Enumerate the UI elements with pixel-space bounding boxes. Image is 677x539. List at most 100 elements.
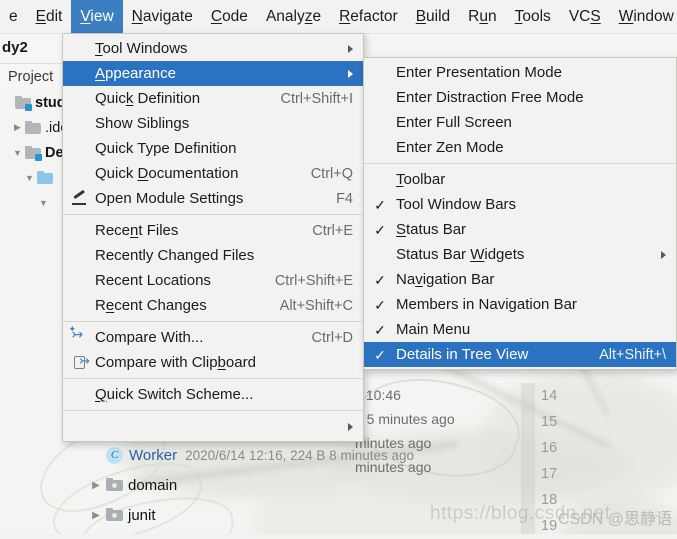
tree-row-domain[interactable]: ▶ domain [86, 470, 366, 500]
menu-item-shortcut: Ctrl+Q [310, 165, 353, 182]
menu-item-label: Quick Type Definition [95, 140, 237, 157]
menu-item-label: Enter Presentation Mode [396, 64, 562, 81]
menubar-item-build[interactable]: Build [407, 0, 459, 33]
menubar-item-run[interactable]: Run [459, 0, 505, 33]
source-folder-icon [25, 145, 42, 161]
menu-item-shortcut: Ctrl+Shift+I [280, 90, 353, 107]
tree-arrow-icon[interactable]: ▼ [10, 148, 25, 158]
pencil-icon [63, 191, 95, 206]
tree-arrow-icon[interactable]: ▼ [36, 198, 51, 208]
project-tool-window: dy2 Project ▶ study2 ▶ .ide ▼ De ▼ [0, 33, 62, 534]
tree-label: De [45, 144, 62, 161]
watermark-credit: CSDN @思静语 [558, 511, 673, 528]
menu-item-quick-type-definition[interactable]: Quick Type Definition [63, 136, 363, 161]
menubar-item-view[interactable]: View [71, 0, 123, 33]
menu-item-navigation-bar[interactable]: ✓ Navigation Bar [364, 267, 676, 292]
menu-item-tool-windows[interactable]: Tool Windows [63, 36, 363, 61]
menu-item-members-in-navigation-bar[interactable]: ✓ Members in Navigation Bar [364, 292, 676, 317]
menu-item-label: Tool Windows [95, 40, 188, 57]
project-panel-header: Project [0, 63, 62, 90]
tree-arrow-icon[interactable]: ▶ [86, 480, 106, 491]
menu-separator [63, 214, 363, 215]
tree-row-study2[interactable]: ▶ study2 [0, 90, 62, 115]
menu-item-open-module-settings[interactable]: Open Module Settings F4 [63, 186, 363, 211]
menu-item-label: Status Bar [396, 221, 467, 238]
menu-item-main-menu[interactable]: ✓ Main Menu [364, 317, 676, 342]
menu-item-compare-with[interactable]: Compare With... Ctrl+D [63, 324, 363, 350]
menu-item-label: Enter Distraction Free Mode [396, 89, 584, 106]
main-menu-bar[interactable]: e Edit View Navigate Code Analyze Refact… [0, 0, 677, 34]
tree-arrow-icon[interactable]: ▶ [86, 510, 106, 521]
tree-row-junit[interactable]: ▶ junit [86, 500, 366, 530]
menubar-item-tools[interactable]: Tools [506, 0, 560, 33]
menu-item-label: Show Siblings [95, 115, 190, 132]
tree-row-nested-2[interactable]: ▼ [0, 190, 62, 215]
folder-icon [25, 120, 41, 134]
menubar-label: e [9, 8, 18, 25]
chevron-right-icon [348, 44, 353, 53]
menu-item-quick-switch-scheme[interactable]: Quick Switch Scheme... [63, 382, 363, 407]
menubar-item-window[interactable]: Window [610, 0, 677, 33]
chevron-right-icon [348, 69, 353, 78]
menu-item-recent-files[interactable]: Recent Files Ctrl+E [63, 218, 363, 243]
menubar-item-analyze[interactable]: Analyze [257, 0, 330, 33]
menu-item-quick-definition[interactable]: Quick Definition Ctrl+Shift+I [63, 86, 363, 111]
checkmark-icon: ✓ [374, 196, 386, 213]
menu-item-label: Recent Files [95, 222, 179, 239]
clipboard-icon [63, 353, 95, 369]
tree-row-nested-1[interactable]: ▼ [0, 165, 62, 190]
menubar-item-edit[interactable]: Edit [27, 0, 72, 33]
menubar-item-refactor[interactable]: Refactor [330, 0, 407, 33]
line-number: 15 [541, 414, 558, 430]
menubar-item-navigate[interactable]: Navigate [123, 0, 202, 33]
menu-item-label: Details in Tree View [396, 346, 529, 363]
chevron-right-icon [661, 250, 666, 259]
menu-item-label: Compare with Clipboard [95, 354, 256, 371]
project-tree[interactable]: ▶ study2 ▶ .ide ▼ De ▼ ▼ [0, 90, 62, 215]
menu-item-details-in-tree-view[interactable]: ✓ Details in Tree View Alt+Shift+\ [364, 342, 676, 367]
menu-item-status-bar[interactable]: ✓ Status Bar [364, 217, 676, 242]
menu-item-label: Status Bar Widgets [396, 246, 525, 263]
vcs-annotation-column: y 10:46 3 5 minutes ago minutes ago minu… [355, 383, 485, 479]
menu-item-shortcut: Ctrl+E [312, 222, 353, 239]
menu-item-appearance[interactable]: Appearance [63, 61, 363, 86]
checkmark-icon: ✓ [374, 296, 386, 313]
menu-item-recent-changes[interactable]: Recent Changes Alt+Shift+C [63, 293, 363, 318]
menu-item-bidi-text-base-direction[interactable] [63, 414, 363, 439]
menu-item-recently-changed-files[interactable]: Recently Changed Files [63, 243, 363, 268]
menubar-item-code[interactable]: Code [202, 0, 257, 33]
project-tree-lower[interactable]: C Worker 2020/6/14 12:16, 224 B 8 minute… [86, 440, 414, 530]
menu-item-enter-presentation-mode[interactable]: Enter Presentation Mode [364, 60, 676, 85]
tree-row-worker[interactable]: C Worker 2020/6/14 12:16, 224 B 8 minute… [86, 440, 414, 470]
menu-separator [63, 378, 363, 379]
appearance-submenu-popup[interactable]: Enter Presentation Mode Enter Distractio… [363, 57, 677, 370]
menu-item-tool-window-bars[interactable]: ✓ Tool Window Bars [364, 192, 676, 217]
tree-arrow-icon[interactable]: ▶ [10, 122, 25, 133]
view-menu-popup[interactable]: Tool Windows Appearance Quick Definition… [62, 33, 364, 442]
menu-item-enter-full-screen[interactable]: Enter Full Screen [364, 110, 676, 135]
menu-item-compare-with-clipboard[interactable]: Compare with Clipboard [63, 350, 363, 375]
tree-row-de[interactable]: ▼ De [0, 140, 62, 165]
menu-item-label: Recent Changes [95, 297, 207, 314]
tree-arrow-icon: ▶ [0, 97, 15, 108]
menu-item-toolbar[interactable]: Toolbar [364, 167, 676, 192]
menu-item-shortcut: Ctrl+Shift+E [274, 272, 353, 289]
menu-item-label: Recent Locations [95, 272, 211, 289]
menu-item-recent-locations[interactable]: Recent Locations Ctrl+Shift+E [63, 268, 363, 293]
menu-item-show-siblings[interactable]: Show Siblings [63, 111, 363, 136]
checkmark-icon: ✓ [374, 221, 386, 238]
menubar-item-e[interactable]: e [0, 0, 27, 33]
menu-item-shortcut: Ctrl+D [311, 329, 354, 346]
menu-item-enter-zen-mode[interactable]: Enter Zen Mode [364, 135, 676, 160]
tree-row-ide[interactable]: ▶ .ide [0, 115, 62, 140]
class-icon: C [106, 446, 123, 464]
menu-item-enter-distraction-free-mode[interactable]: Enter Distraction Free Mode [364, 85, 676, 110]
menubar-item-vcs[interactable]: VCS [560, 0, 610, 33]
checkmark-icon: ✓ [374, 271, 386, 288]
menu-item-label: Navigation Bar [396, 271, 495, 288]
tree-arrow-icon[interactable]: ▼ [22, 173, 37, 183]
menu-separator [364, 163, 676, 164]
menu-item-label: Compare With... [95, 329, 204, 346]
menu-item-quick-documentation[interactable]: Quick Documentation Ctrl+Q [63, 161, 363, 186]
menu-item-status-bar-widgets[interactable]: Status Bar Widgets [364, 242, 676, 267]
